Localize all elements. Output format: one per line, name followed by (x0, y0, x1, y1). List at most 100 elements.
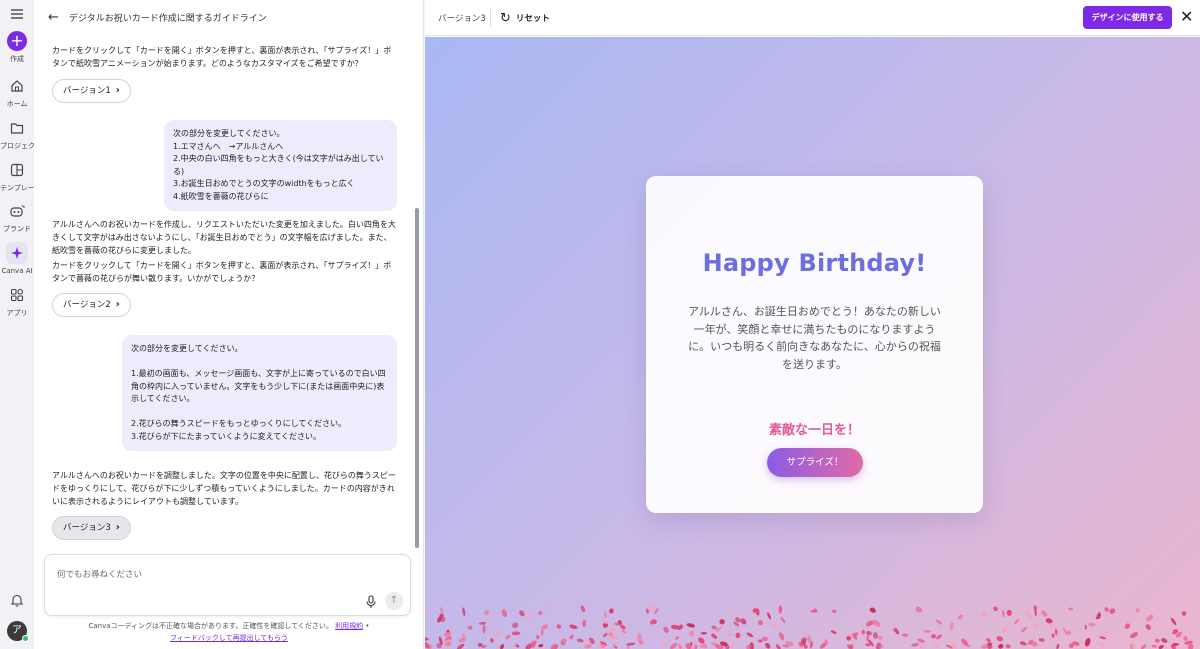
rose-petal (986, 638, 991, 643)
version-2-label: バージョン2 (63, 300, 111, 310)
rose-petal (467, 625, 473, 630)
user-message: 次の部分を変更してください。 1.最初の画面も、メッセージ画面も、文字が上に寄っ… (122, 335, 397, 451)
rose-petal (569, 624, 578, 630)
preview-stage: Happy Birthday! アルルさん、お誕生日おめでとう！あなたの新しい一… (425, 37, 1200, 649)
rose-petal (602, 632, 608, 638)
card-title: Happy Birthday! (702, 249, 927, 277)
rose-petal (832, 609, 837, 614)
sparkle-icon (6, 242, 28, 264)
card-message: アルルさん、お誕生日おめでとう！あなたの新しい一年が、笑顔と幸せに満ちたものにな… (688, 305, 941, 371)
rail-item-templates[interactable]: テンプレート (0, 160, 34, 193)
chat-input[interactable]: 何でもお尋ねください ↑ (44, 554, 411, 616)
rose-petal (1006, 609, 1012, 616)
rose-petal (869, 607, 876, 613)
hamburger-menu-icon (7, 4, 27, 24)
surprise-button[interactable]: サプライズ！ (767, 448, 863, 477)
rose-petal (675, 636, 679, 640)
version-2-button[interactable]: バージョン2 › (52, 293, 131, 317)
rose-petal (489, 638, 494, 643)
rose-petal (689, 630, 695, 637)
rose-petal (931, 634, 936, 639)
rose-petal (939, 625, 943, 629)
preview-toolbar: バージョン3 ↻ リセット デザインに使用する ✕ (425, 0, 1200, 36)
feedback-link[interactable]: フィードバックして再提出してもらう (170, 634, 288, 642)
rose-petal (576, 638, 584, 643)
chevron-right-icon: › (115, 522, 120, 533)
rose-petal (1145, 624, 1151, 630)
rail-item-canva-ai[interactable]: Canva AI (0, 242, 34, 275)
rose-petal (487, 617, 492, 622)
rail-item-create[interactable]: + 作成 (0, 31, 34, 64)
terms-link[interactable]: 利用規約 (335, 622, 363, 630)
rose-petal (482, 624, 486, 634)
use-in-design-button[interactable]: デザインに使用する (1083, 6, 1172, 29)
notifications-button[interactable] (0, 590, 34, 610)
birthday-card[interactable]: Happy Birthday! アルルさん、お誕生日おめでとう！あなたの新しい一… (646, 176, 983, 513)
rose-petal (1129, 632, 1139, 639)
rose-petal (536, 635, 540, 640)
rose-petal (505, 634, 511, 640)
chat-scrollbar[interactable] (415, 208, 419, 548)
apps-icon (7, 285, 27, 305)
brand-icon (7, 201, 27, 221)
rose-petal (519, 610, 525, 617)
bell-icon (7, 590, 27, 610)
rose-petal (778, 605, 783, 614)
rose-petal (645, 608, 650, 614)
rose-petal (1104, 607, 1110, 612)
chat-panel: ← デジタルお祝いカード作成に関するガイドライン カードをクリックして「カードを… (34, 0, 424, 649)
rail-item-apps[interactable]: アプリ (0, 285, 34, 318)
version-1-button[interactable]: バージョン1 › (52, 79, 131, 103)
rose-petal (830, 630, 837, 634)
rose-petal (512, 622, 519, 628)
rose-petal (810, 610, 818, 613)
rose-petal (730, 642, 735, 649)
rose-petal (727, 631, 733, 637)
current-version-label: バージョン3 (438, 14, 486, 24)
rail-label-templates: テンプレート (0, 184, 34, 192)
rose-petal (1109, 608, 1116, 614)
rose-petal (462, 607, 466, 617)
rose-petal (1154, 638, 1160, 643)
rose-petal (604, 611, 607, 619)
version-3-button[interactable]: バージョン3 › (52, 516, 131, 540)
rose-petal (484, 610, 490, 616)
rose-petal (861, 629, 865, 635)
version-1-label: バージョン1 (63, 86, 111, 96)
account-button[interactable]: ア (0, 621, 34, 642)
user-message: 次の部分を変更してください。 1.エマさんへ →アルルさんへ 2.中央の白い四角… (164, 120, 397, 211)
send-button[interactable]: ↑ (385, 592, 403, 610)
footer-disclaimer: Canvaコーディングは不正確な場合があります。正確性を確認してください。 (88, 622, 333, 630)
close-icon[interactable]: ✕ (1180, 7, 1193, 26)
rose-petal (936, 634, 942, 640)
rail-label-apps: アプリ (6, 309, 28, 317)
menu-button[interactable] (0, 4, 34, 24)
rose-petal (1183, 636, 1188, 641)
microphone-icon[interactable] (365, 594, 377, 608)
rose-petal (945, 644, 953, 649)
rose-petal (700, 631, 707, 635)
rose-petal (772, 622, 778, 628)
avatar-initial: ア (12, 625, 22, 636)
rose-petal (740, 618, 747, 625)
reset-button[interactable]: ↻ リセット (500, 9, 550, 27)
rail-item-projects[interactable]: プロジェクト (0, 118, 34, 151)
rail-item-home[interactable]: ホーム (0, 76, 34, 109)
ai-message: アルルさんへのお祝いカードを作成し、リクエストいただいた変更を加えました。白い四… (52, 220, 396, 255)
rose-petal (1099, 636, 1107, 640)
rose-petal (1140, 644, 1147, 649)
rail-label-brand: ブランド (3, 225, 31, 233)
rose-petal (1146, 614, 1154, 622)
rail-item-brand[interactable]: ブランド (0, 201, 34, 234)
rose-petal (877, 635, 883, 641)
footer-note: Canvaコーディングは不正確な場合があります。正確性を確認してください。 利用… (88, 622, 370, 642)
rose-petal (526, 614, 531, 621)
rose-petal (711, 625, 718, 630)
rose-petal (1151, 644, 1157, 648)
rose-petal (719, 619, 725, 625)
back-arrow-icon[interactable]: ← (48, 10, 59, 25)
rose-petal (670, 642, 678, 649)
rose-petal (1100, 642, 1105, 648)
rose-petal (923, 630, 932, 633)
rose-petal (746, 632, 754, 638)
